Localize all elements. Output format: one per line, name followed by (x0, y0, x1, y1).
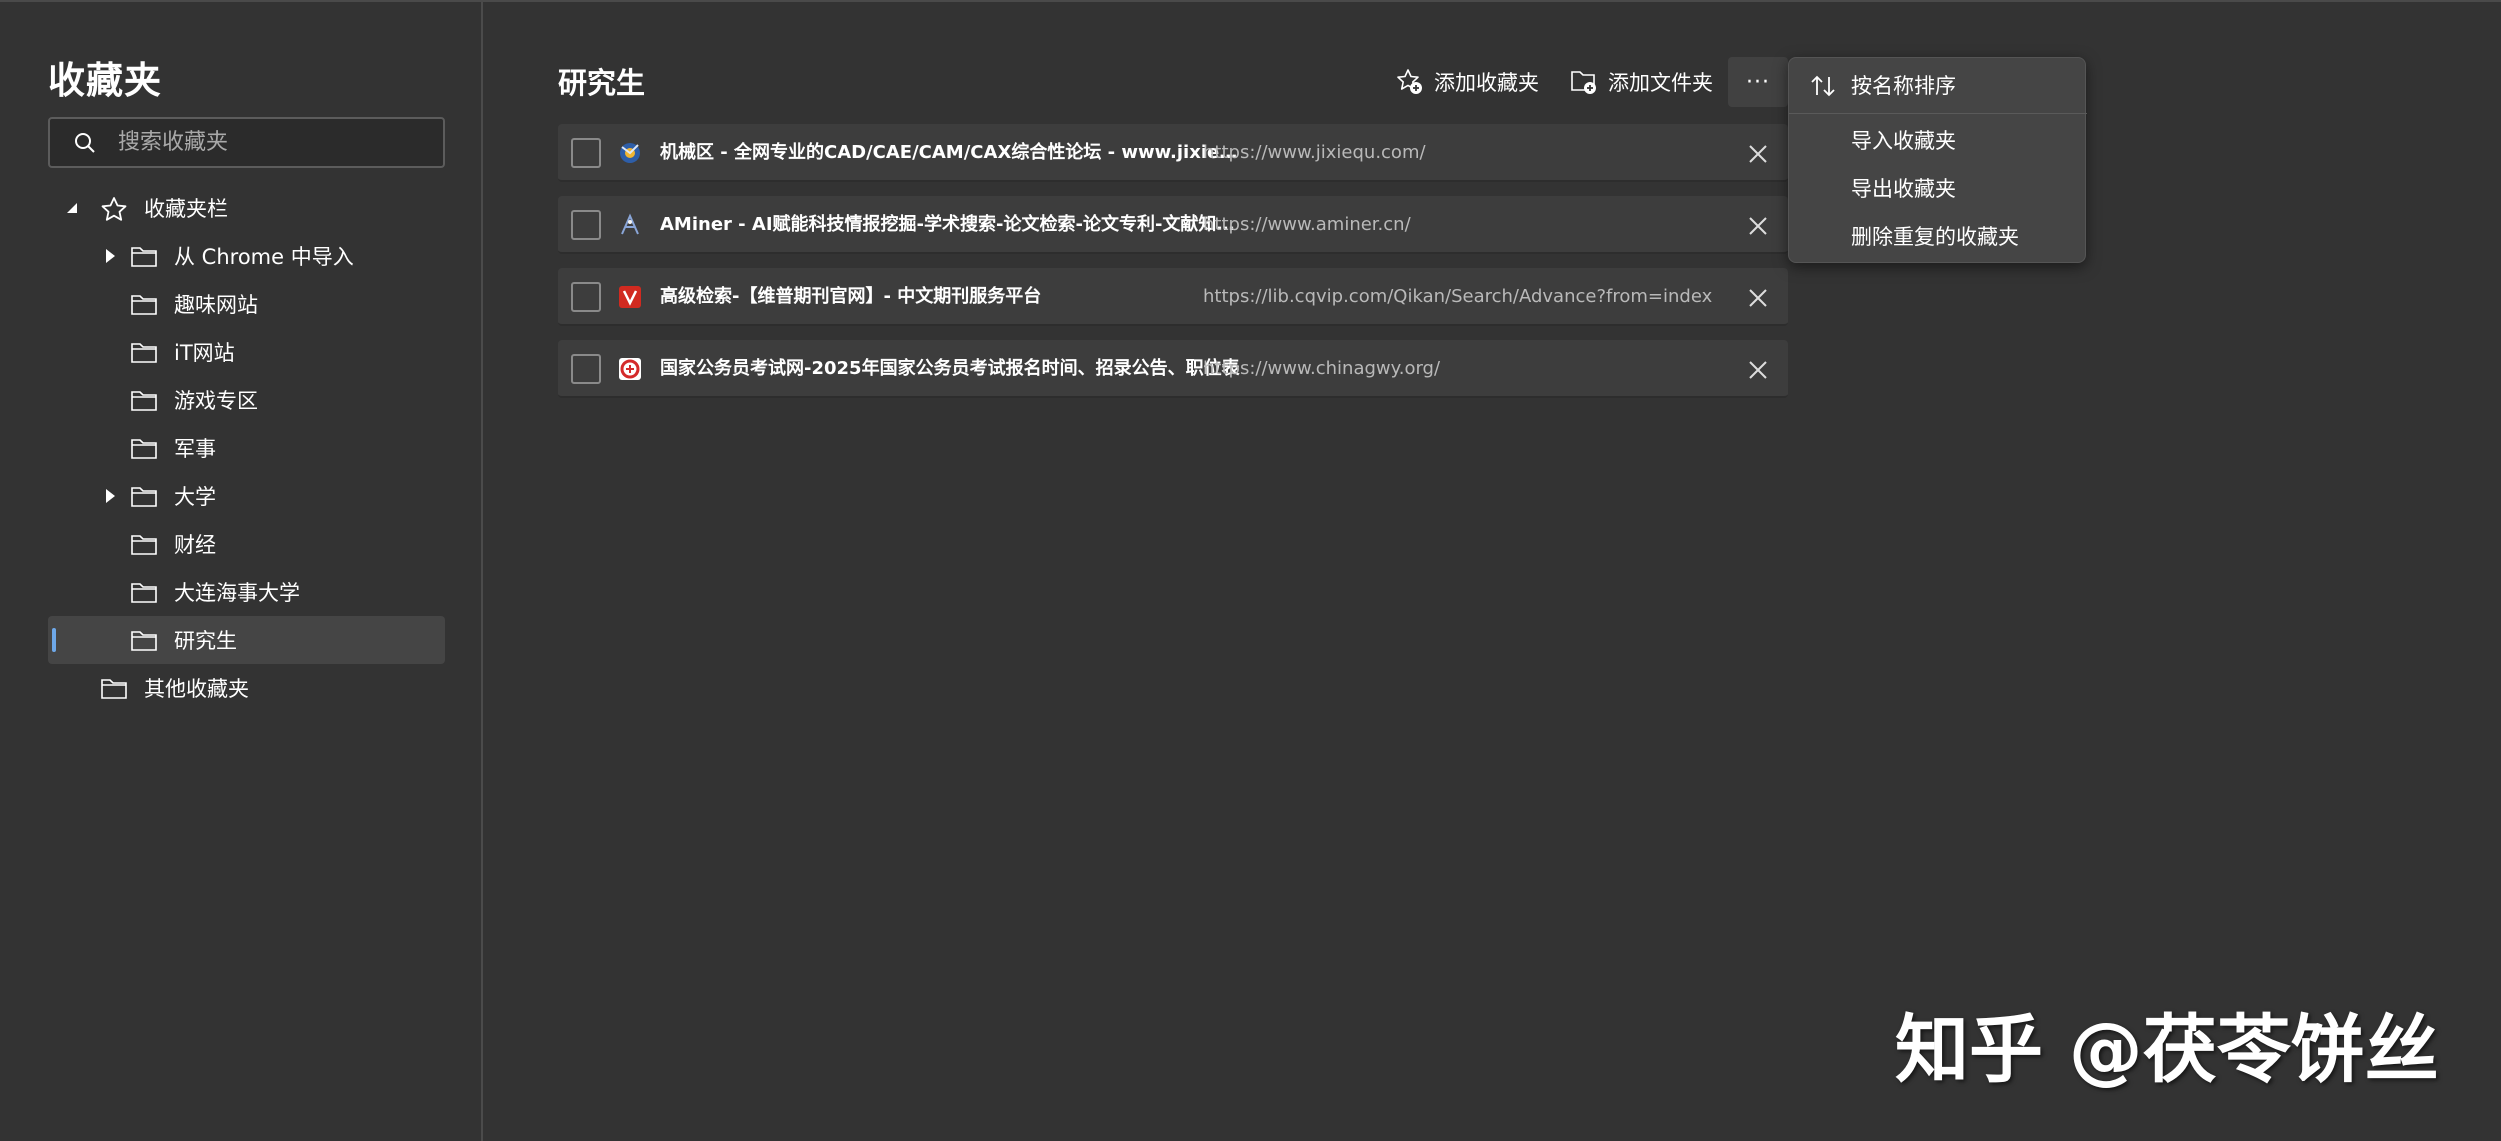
folder-icon (130, 532, 158, 556)
bookmark-list: 机械区 - 全网专业的CAD/CAE/CAM/CAX综合性论坛 - www.ji… (558, 124, 1788, 412)
folder-icon (130, 244, 158, 268)
jixiequ-favicon-icon (618, 141, 642, 165)
collapsed-caret-icon[interactable] (102, 488, 118, 504)
zhihu-watermark: 知乎 @茯苓饼丝 (1895, 1007, 2439, 1093)
tree-label: iT网站 (174, 341, 235, 365)
search-input[interactable] (116, 129, 436, 156)
folder-icon (130, 484, 158, 508)
close-icon[interactable] (1746, 142, 1770, 166)
tree-item-finance[interactable]: 财经 (48, 520, 445, 568)
tree-item-fun-sites[interactable]: 趣味网站 (48, 280, 445, 328)
menu-label: 按名称排序 (1851, 74, 1956, 98)
tree-label: 研究生 (174, 629, 237, 653)
tree-item-games[interactable]: 游戏专区 (48, 376, 445, 424)
tree-item-chrome-import[interactable]: 从 Chrome 中导入 (48, 232, 445, 280)
more-icon: ··· (1746, 69, 1770, 95)
close-icon[interactable] (1746, 286, 1770, 310)
selection-indicator (52, 628, 56, 652)
menu-item-sort-by-name[interactable]: 按名称排序 (1789, 62, 2087, 108)
menu-item-remove-duplicates[interactable]: 删除重复的收藏夹 (1789, 213, 2087, 259)
menu-item-export[interactable]: 导出收藏夹 (1789, 165, 2087, 211)
tree-label: 游戏专区 (174, 389, 258, 413)
favorites-app: 收藏夹 收藏夹栏 (0, 0, 2501, 1141)
bookmark-title: 国家公务员考试网-2025年国家公务员考试报名时间、招录公告、职位表 (660, 358, 1240, 379)
bookmark-row[interactable]: 国家公务员考试网-2025年国家公务员考试报名时间、招录公告、职位表 https… (558, 340, 1788, 398)
bookmark-row[interactable]: 机械区 - 全网专业的CAD/CAE/CAM/CAX综合性论坛 - www.ji… (558, 124, 1788, 182)
star-icon (100, 196, 128, 221)
add-favorite-button[interactable]: 添加收藏夹 (1396, 62, 1539, 102)
tree-label: 收藏夹栏 (144, 197, 228, 221)
tree-label: 其他收藏夹 (144, 677, 249, 701)
menu-item-import[interactable]: 导入收藏夹 (1789, 117, 2087, 163)
tree-label: 从 Chrome 中导入 (174, 245, 354, 269)
page-title: 研究生 (558, 66, 646, 100)
folder-icon (130, 388, 158, 412)
chinagwy-favicon-icon (618, 357, 642, 381)
bookmark-row[interactable]: 高级检索-【维普期刊官网】- 中文期刊服务平台 https://lib.cqvi… (558, 268, 1788, 326)
tree-item-it-sites[interactable]: iT网站 (48, 328, 445, 376)
search-icon (72, 130, 98, 156)
tree-label: 大学 (174, 485, 216, 509)
folder-icon (130, 436, 158, 460)
more-options-button[interactable]: ··· (1728, 57, 1788, 107)
tree-label: 大连海事大学 (174, 581, 300, 605)
menu-label: 导出收藏夹 (1851, 177, 1956, 201)
bookmark-row[interactable]: AMiner - AI赋能科技情报挖掘-学术搜索-论文检索-论文专利-文献知识图… (558, 196, 1788, 254)
folder-icon (130, 628, 158, 652)
menu-label: 导入收藏夹 (1851, 129, 1956, 153)
folder-add-icon (1571, 71, 1596, 94)
star-add-icon (1397, 69, 1422, 94)
bookmark-checkbox[interactable] (571, 354, 601, 384)
tree-label: 财经 (174, 533, 216, 557)
more-options-menu: 按名称排序 导入收藏夹 导出收藏夹 删除重复的收藏夹 (1788, 57, 2087, 263)
folder-icon (130, 292, 158, 316)
aminer-favicon-icon (618, 213, 642, 237)
bookmark-url: https://www.chinagwy.org/ (1203, 358, 1441, 379)
tree-item-other-favorites[interactable]: 其他收藏夹 (48, 664, 445, 712)
tree-label: 趣味网站 (174, 293, 258, 317)
sidebar: 收藏夹 收藏夹栏 (0, 2, 483, 1141)
bookmark-url: https://www.jixiequ.com/ (1203, 142, 1426, 163)
add-folder-label: 添加文件夹 (1608, 71, 1713, 95)
bookmark-checkbox[interactable] (571, 138, 601, 168)
bookmark-url: https://lib.cqvip.com/Qikan/Search/Advan… (1203, 286, 1713, 307)
folder-icon (100, 676, 128, 700)
close-icon[interactable] (1746, 358, 1770, 382)
tree-item-military[interactable]: 军事 (48, 424, 445, 472)
expanded-caret-icon[interactable] (64, 200, 80, 216)
tree-label: 军事 (174, 437, 216, 461)
bookmark-url: https://www.aminer.cn/ (1203, 214, 1411, 235)
menu-label: 删除重复的收藏夹 (1851, 225, 2019, 249)
sort-icon (1809, 74, 1837, 103)
close-icon[interactable] (1746, 214, 1770, 238)
bookmark-checkbox[interactable] (571, 282, 601, 312)
tree-item-favorites-bar[interactable]: 收藏夹栏 (48, 184, 445, 232)
add-folder-button[interactable]: 添加文件夹 (1570, 62, 1713, 102)
folder-tree: 收藏夹栏 从 Chrome 中导入 趣味网站 iT网站 游戏专区 军事 大学 财… (48, 184, 445, 712)
bookmark-checkbox[interactable] (571, 210, 601, 240)
add-favorite-label: 添加收藏夹 (1434, 71, 1539, 95)
cqvip-favicon-icon (618, 285, 642, 309)
bookmark-title: 高级检索-【维普期刊官网】- 中文期刊服务平台 (660, 286, 1042, 307)
tree-item-dlmu[interactable]: 大连海事大学 (48, 568, 445, 616)
bookmark-title: AMiner - AI赋能科技情报挖掘-学术搜索-论文检索-论文专利-文献知识图… (660, 214, 1245, 235)
collapsed-caret-icon[interactable] (102, 248, 118, 264)
search-box[interactable] (48, 117, 445, 168)
folder-icon (130, 580, 158, 604)
sidebar-title: 收藏夹 (48, 59, 162, 102)
tree-item-university[interactable]: 大学 (48, 472, 445, 520)
menu-divider (1789, 113, 2087, 114)
tree-item-graduate[interactable]: 研究生 (48, 616, 445, 664)
folder-icon (130, 340, 158, 364)
bookmark-title: 机械区 - 全网专业的CAD/CAE/CAM/CAX综合性论坛 - www.ji… (660, 142, 1245, 163)
